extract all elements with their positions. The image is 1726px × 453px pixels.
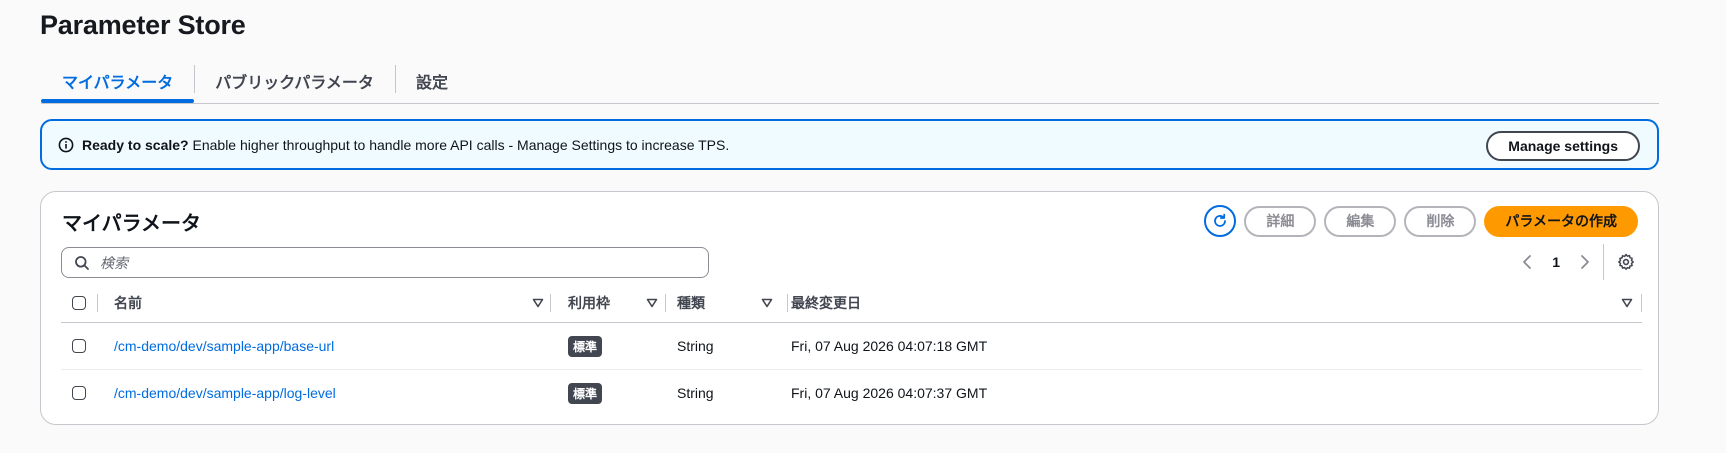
tier-badge: 標準 [568, 335, 603, 357]
column-divider [665, 294, 666, 312]
sort-icon [532, 297, 544, 309]
row-checkbox[interactable] [72, 386, 86, 400]
column-header-last-modified-label: 最終変更日 [791, 295, 861, 311]
column-divider [787, 294, 788, 312]
search-icon [74, 255, 90, 271]
column-header-name[interactable]: 名前 [114, 284, 544, 322]
action-bar: 詳細 編集 削除 パラメータの作成 [1204, 205, 1638, 237]
parameters-table: 名前 利用枠 種類 最終変更日 /cm-demo/dev/sample-app/… [61, 284, 1642, 416]
banner-body: Enable higher throughput to handle more … [188, 136, 730, 153]
column-divider [1641, 294, 1642, 312]
delete-button[interactable]: 削除 [1404, 205, 1477, 237]
next-page-button[interactable] [1576, 250, 1594, 274]
parameter-type: String [677, 338, 714, 354]
edit-button[interactable]: 編集 [1324, 205, 1397, 237]
tab-list: マイパラメータ パブリックパラメータ 設定 [41, 60, 1659, 104]
column-header-tier-label: 利用枠 [568, 295, 610, 311]
sort-icon [646, 297, 658, 309]
column-header-type-label: 種類 [677, 295, 705, 311]
pagination-divider [1603, 244, 1604, 280]
tab-my-parameters[interactable]: マイパラメータ [41, 60, 195, 103]
column-divider [97, 294, 98, 312]
column-divider [550, 294, 551, 312]
tier-badge: 標準 [568, 382, 603, 404]
chevron-right-icon [1581, 255, 1589, 269]
banner-message: Ready to scale? Enable higher throughput… [82, 137, 729, 153]
column-header-tier[interactable]: 利用枠 [568, 284, 658, 322]
search-input[interactable] [98, 253, 662, 272]
column-header-last-modified[interactable]: 最終変更日 [791, 284, 1641, 322]
current-page-number[interactable]: 1 [1546, 254, 1566, 270]
info-icon [58, 137, 74, 153]
chevron-left-icon [1523, 255, 1532, 269]
column-header-name-label: 名前 [114, 295, 142, 311]
parameter-name-link[interactable]: /cm-demo/dev/sample-app/base-url [114, 338, 334, 354]
tab-settings[interactable]: 設定 [394, 60, 469, 101]
parameters-container: マイパラメータ 詳細 編集 削除 パラメータの作成 1 [40, 191, 1659, 425]
row-checkbox[interactable] [72, 339, 86, 353]
sort-icon [1621, 297, 1633, 309]
sort-icon [761, 297, 773, 309]
parameter-type: String [677, 385, 714, 401]
select-all-checkbox[interactable] [72, 296, 86, 310]
previous-page-button[interactable] [1518, 250, 1536, 274]
banner-title: Ready to scale? [82, 136, 189, 153]
refresh-button[interactable] [1204, 205, 1237, 237]
create-parameter-button[interactable]: パラメータの作成 [1484, 205, 1638, 237]
table-header: 名前 利用枠 種類 最終変更日 [61, 284, 1642, 323]
page-title: Parameter Store [40, 10, 246, 40]
search-field [61, 247, 709, 278]
column-header-type[interactable]: 種類 [677, 284, 773, 322]
last-modified-date: Fri, 07 Aug 2026 04:07:18 GMT [791, 338, 988, 354]
container-title: マイパラメータ [62, 213, 201, 235]
manage-settings-button[interactable]: Manage settings [1486, 131, 1640, 161]
preferences-gear-icon[interactable] [1617, 253, 1635, 271]
details-button[interactable]: 詳細 [1244, 205, 1317, 237]
table-row: /cm-demo/dev/sample-app/base-url 標準 Stri… [61, 323, 1642, 370]
pagination: 1 [1518, 250, 1594, 274]
last-modified-date: Fri, 07 Aug 2026 04:07:37 GMT [791, 385, 988, 401]
parameter-name-link[interactable]: /cm-demo/dev/sample-app/log-level [114, 385, 336, 401]
tab-public-parameters[interactable]: パブリックパラメータ [194, 60, 395, 101]
table-row: /cm-demo/dev/sample-app/log-level 標準 Str… [61, 370, 1642, 416]
refresh-icon [1212, 213, 1228, 229]
info-banner: Ready to scale? Enable higher throughput… [40, 119, 1659, 170]
